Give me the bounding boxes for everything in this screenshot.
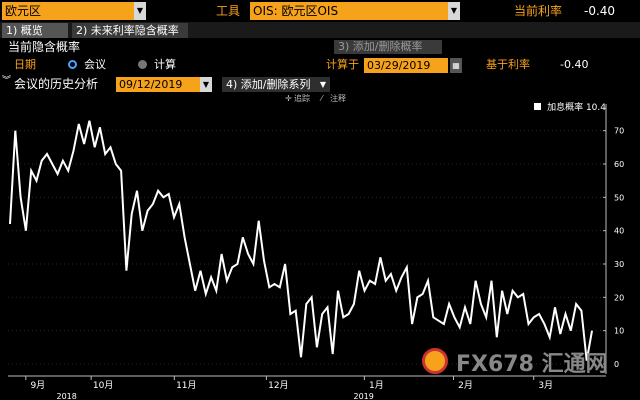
history-date-dropdown[interactable]: 09/12/2019 ▼ bbox=[116, 77, 212, 92]
chevron-down-icon: ▼ bbox=[319, 80, 326, 89]
legend-swatch bbox=[534, 103, 542, 110]
add-remove-series-button[interactable]: 4) 添加/删除系列 ▼ bbox=[222, 77, 330, 92]
x-tick-label: 12月 bbox=[268, 380, 288, 391]
series-line-hike-probability bbox=[9, 120, 593, 361]
double-chevron-icon[interactable]: ︾ bbox=[2, 77, 12, 90]
legend-series-last: 10.4 bbox=[585, 103, 606, 113]
base-rate-value: -0.40 bbox=[560, 58, 589, 71]
tool-value: OIS: 欧元区OIS bbox=[253, 4, 339, 18]
currency-dropdown[interactable]: 欧元区 ▼ bbox=[2, 2, 146, 20]
x-axis: 9月 10月 11月 12月 1月 2月 3月 2018 2019 bbox=[8, 375, 606, 400]
grid bbox=[8, 130, 602, 365]
y-tick-label: 0 bbox=[614, 360, 619, 369]
chevron-down-icon[interactable]: ▼ bbox=[134, 2, 146, 20]
watermark: FX678 汇通网 bbox=[422, 346, 614, 377]
base-rate-label: 基于利率 bbox=[486, 58, 530, 71]
radio-calc-label: 计算 bbox=[154, 58, 176, 71]
x-tick-label: 11月 bbox=[176, 380, 196, 391]
annotate-tool[interactable]: 注释 bbox=[330, 94, 346, 104]
y-tick-label: 20 bbox=[614, 293, 624, 302]
current-rate-value: -0.40 bbox=[584, 4, 616, 18]
x-tick-label: 10月 bbox=[93, 380, 113, 391]
date-label: 日期 bbox=[14, 58, 36, 71]
history-label: 会议的历史分析 bbox=[14, 77, 99, 91]
radio-meeting-label: 会议 bbox=[84, 58, 106, 71]
calc-on-label: 计算于 bbox=[326, 58, 359, 71]
y-tick-label: 30 bbox=[614, 260, 624, 269]
watermark-logo-icon bbox=[422, 348, 448, 374]
header-bar: 欧元区 ▼ 工具 OIS: 欧元区OIS ▼ 当前利率 -0.40 bbox=[0, 0, 640, 22]
tab-future-rate-probability[interactable]: 2) 未来利率隐含概率 bbox=[72, 23, 188, 38]
x-tick-label: 3月 bbox=[538, 380, 553, 391]
y-tick-label: 60 bbox=[614, 160, 624, 169]
calendar-icon[interactable]: ▦ bbox=[450, 58, 462, 73]
history-row: ︾ 会议的历史分析 09/12/2019 ▼ 4) 添加/删除系列 ▼ bbox=[0, 74, 640, 94]
currency-value: 欧元区 bbox=[5, 4, 42, 18]
add-remove-probability-button[interactable]: 3) 添加/删除概率 bbox=[334, 40, 442, 54]
tab-overview[interactable]: 1) 概览 bbox=[2, 23, 68, 38]
y-tick-label: 10 bbox=[614, 327, 624, 336]
pencil-icon[interactable]: ⁄ bbox=[321, 94, 322, 104]
current-rate-label: 当前利率 bbox=[514, 4, 563, 18]
legend-series-name: 加息概率 bbox=[547, 103, 584, 113]
y-tick-label: 70 bbox=[614, 127, 624, 136]
calc-date-input[interactable]: 03/29/2019 bbox=[364, 58, 448, 73]
y-axis: 0 10 20 30 40 50 60 70 bbox=[603, 104, 624, 374]
add-remove-series-label: 4) 添加/删除系列 bbox=[226, 78, 311, 91]
page-title: 当前隐含概率 bbox=[8, 40, 81, 54]
section-header: 当前隐含概率 3) 添加/删除概率 bbox=[0, 38, 640, 56]
controls-row: 日期 会议 计算 计算于 03/29/2019 ▦ 基于利率 -0.40 bbox=[0, 56, 640, 74]
track-tool[interactable]: 追踪 bbox=[294, 94, 310, 104]
x-tick-label: 1月 bbox=[369, 380, 384, 391]
chevron-down-icon[interactable]: ▼ bbox=[200, 77, 212, 92]
x-tick-label: 9月 bbox=[30, 380, 45, 391]
tab-bar: 1) 概览 2) 未来利率隐含概率 bbox=[0, 22, 640, 38]
chart-legend: 加息概率 10.4 bbox=[534, 100, 606, 113]
tool-dropdown[interactable]: OIS: 欧元区OIS ▼ bbox=[250, 2, 460, 20]
history-date-value: 09/12/2019 bbox=[119, 78, 183, 91]
tool-label: 工具 bbox=[216, 4, 241, 18]
crosshair-icon[interactable]: ✛ bbox=[285, 94, 292, 104]
radio-meeting[interactable] bbox=[68, 60, 77, 69]
y-tick-label: 40 bbox=[614, 227, 624, 236]
watermark-text: FX678 汇通网 bbox=[456, 352, 608, 377]
chevron-down-icon[interactable]: ▼ bbox=[448, 2, 460, 20]
x-tick-label: 2月 bbox=[458, 380, 473, 391]
radio-calc[interactable] bbox=[138, 60, 147, 69]
year-label: 2019 bbox=[354, 392, 374, 400]
y-tick-label: 50 bbox=[614, 193, 624, 202]
year-label: 2018 bbox=[57, 392, 77, 400]
